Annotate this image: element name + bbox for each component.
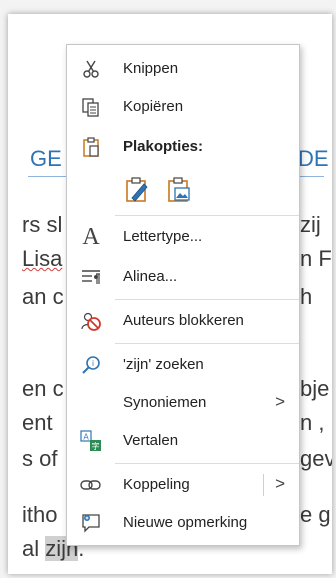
menu-item-block-authors[interactable]: Auteurs blokkeren [67, 305, 299, 337]
block-icon [79, 310, 103, 332]
menu-separator [115, 463, 299, 464]
body-line: an c [22, 284, 64, 309]
menu-item-synonyms[interactable]: Synoniemen > [67, 387, 299, 419]
paste-options-label: Plakopties: [123, 138, 204, 155]
menu-item-search[interactable]: i 'zijn' zoeken [67, 349, 299, 381]
picture-icon[interactable] [165, 175, 193, 205]
clipboard-icon [79, 136, 103, 158]
svg-text:字: 字 [92, 441, 100, 451]
menu-item-new-comment[interactable]: Nieuwe opmerking [67, 507, 299, 539]
menu-separator [115, 299, 299, 300]
body-line-right: h [300, 284, 313, 309]
body-line-right: e g [300, 502, 331, 527]
font-icon: A [82, 223, 100, 250]
menu-item-label: Alinea... [123, 268, 178, 285]
menu-separator [115, 343, 299, 344]
menu-item-label: Vertalen [123, 432, 179, 449]
body-line-right: n F [300, 246, 332, 271]
menu-item-label: Synoniemen [123, 394, 207, 411]
search-icon: i [79, 354, 103, 376]
menu-item-font[interactable]: A Lettertype... [67, 221, 299, 253]
body-line-misspelled: Lisa [22, 246, 63, 271]
menu-separator [115, 215, 299, 216]
menu-item-label: Koppeling [123, 476, 190, 493]
menu-item-paragraph[interactable]: Alinea... [67, 261, 299, 293]
body-line-right: gev [300, 446, 332, 471]
menu-item-label: Knippen [123, 60, 179, 77]
body-line-right: n , [300, 410, 325, 435]
body-line: en c [22, 376, 64, 401]
menu-item-label: Auteurs blokkeren [123, 312, 244, 329]
link-icon [79, 474, 103, 496]
body-line: itho [22, 502, 58, 527]
context-menu: Knippen Kopiëren Plakopties: A Lettertyp… [66, 44, 300, 546]
menu-header-paste-options: Plakopties: [67, 131, 299, 163]
chevron-right-icon: > [275, 392, 285, 411]
svg-text:i: i [92, 359, 94, 368]
keep-source-formatting-icon[interactable] [123, 175, 151, 205]
split-divider [263, 474, 264, 496]
menu-item-link[interactable]: Koppeling > [67, 469, 299, 501]
body-line-right: zij [300, 212, 321, 237]
menu-item-translate[interactable]: A字 Vertalen [67, 425, 299, 457]
body-line-right: bje [300, 376, 330, 401]
body-line: ent [22, 410, 53, 435]
heading-text-left: GE [30, 146, 62, 171]
menu-item-copy[interactable]: Kopiëren [67, 91, 299, 123]
translate-icon: A字 [79, 430, 103, 452]
body-line: rs sl [22, 212, 63, 237]
menu-item-label: Kopiëren [123, 98, 184, 115]
scissors-icon [79, 58, 103, 80]
menu-item-label: Lettertype... [123, 228, 203, 245]
svg-text:A: A [83, 433, 89, 442]
body-line: s of [22, 446, 58, 471]
comment-icon [79, 512, 103, 534]
menu-item-label: 'zijn' zoeken [123, 356, 204, 373]
menu-item-label: Nieuwe opmerking [123, 514, 248, 531]
menu-item-cut[interactable]: Knippen [67, 53, 299, 85]
paragraph-icon [79, 266, 103, 288]
chevron-right-icon[interactable]: > [275, 474, 285, 494]
heading-text-right: DE [298, 146, 329, 171]
last-line-prefix: al [22, 536, 46, 561]
copy-icon [79, 96, 103, 118]
